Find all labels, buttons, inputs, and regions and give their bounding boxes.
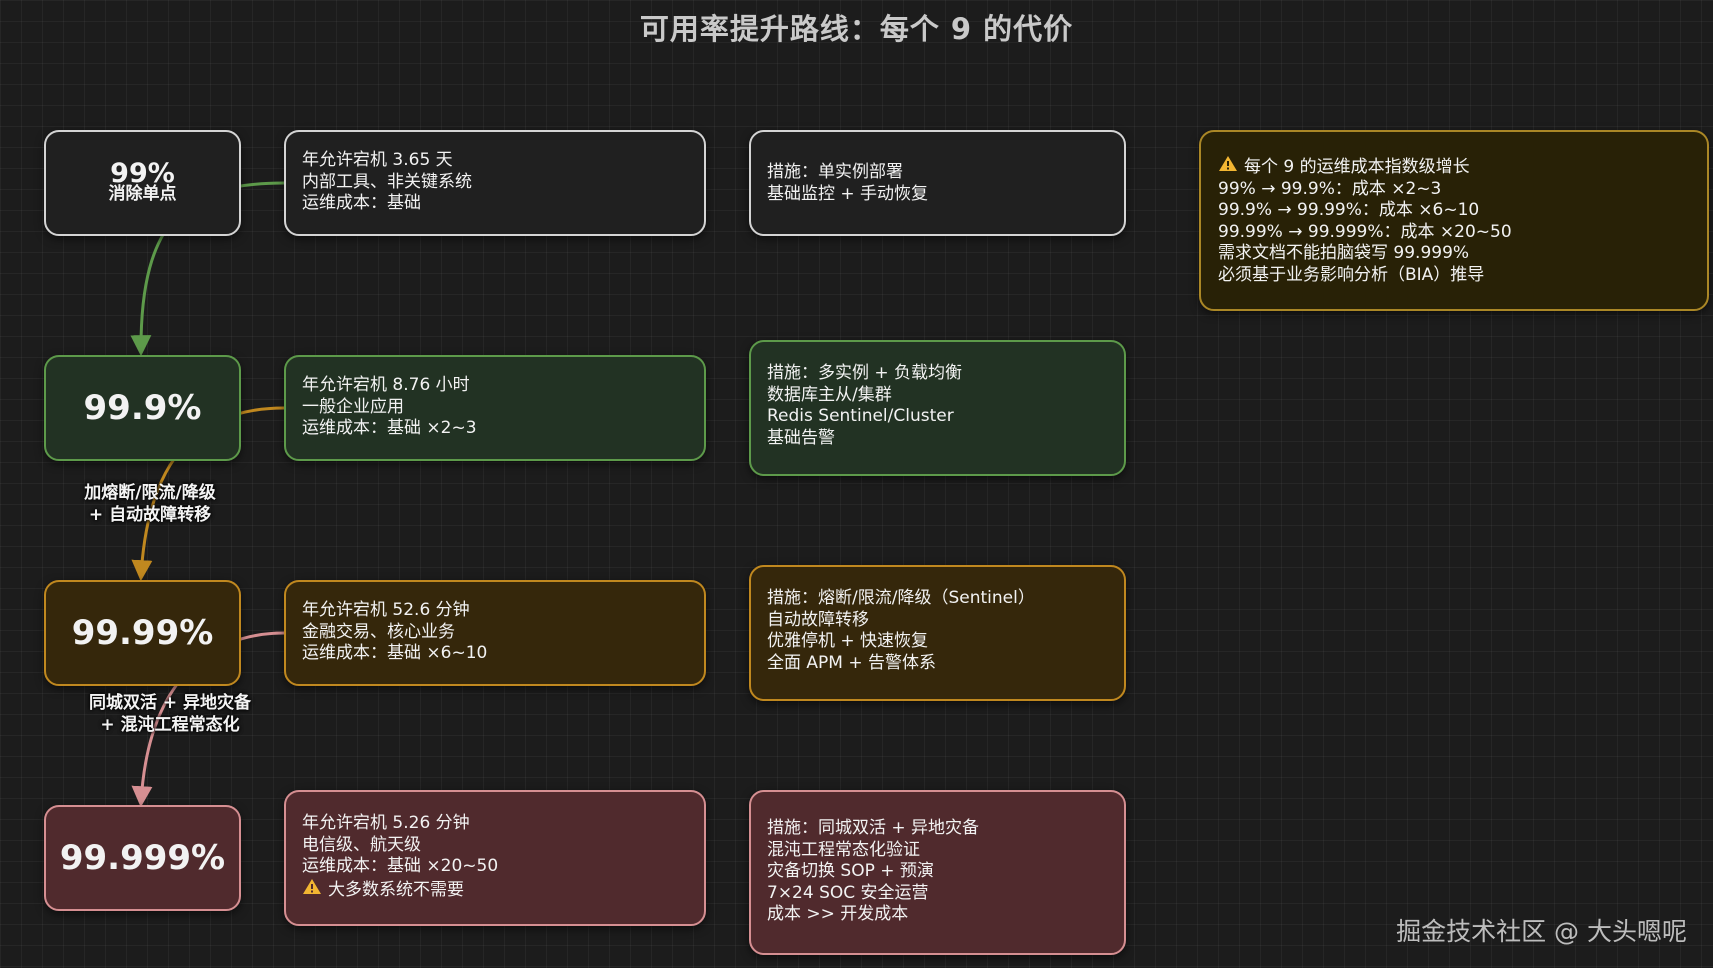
level-9999-measures: 措施：熔断/限流/降级（Sentinel） 自动故障转移 优雅停机 + 快速恢复… <box>749 565 1126 701</box>
level-99-measures: 措施：单实例部署 基础监控 + 手动恢复 <box>749 130 1126 236</box>
warning-lines: 99% → 99.9%：成本 ×2~3 99.9% → 99.99%：成本 ×6… <box>1218 178 1512 285</box>
level-9999-node: 99.99% <box>44 580 241 686</box>
warning-heading-row: 每个 9 的运维成本指数级增长 <box>1218 155 1690 179</box>
warning-heading: 每个 9 的运维成本指数级增长 <box>1244 157 1470 177</box>
level-999-node: 99.9% <box>44 355 241 461</box>
cost-warning-box: 每个 9 的运维成本指数级增长 99% → 99.9%：成本 ×2~3 99.9… <box>1199 130 1709 311</box>
level-99999-info: 年允许宕机 5.26 分钟 电信级、航天级 运维成本：基础 ×20~50 大多数… <box>284 790 706 926</box>
warning-icon <box>1218 155 1238 179</box>
level-99-node: 99% 消除单点 <box>44 130 241 236</box>
level-99999-warning-row: 大多数系统不需要 <box>302 878 688 902</box>
level-999-measures: 措施：多实例 + 负载均衡 数据库主从/集群 Redis Sentinel/Cl… <box>749 340 1126 476</box>
level-99999-warning-text: 大多数系统不需要 <box>328 879 464 900</box>
level-9999-info: 年允许宕机 52.6 分钟 金融交易、核心业务 运维成本：基础 ×6~10 <box>284 580 706 686</box>
level-99-value: 99% <box>110 158 175 189</box>
warning-icon <box>302 878 322 902</box>
level-99999-node: 99.999% <box>44 805 241 911</box>
level-99-sublabel: 消除单点 <box>108 184 177 204</box>
transition-label-2: 同城双活 + 异地灾备 + 混沌工程常态化 <box>88 693 252 735</box>
level-99999-info-text: 年允许宕机 5.26 分钟 电信级、航天级 运维成本：基础 ×20~50 <box>302 813 499 876</box>
transition-label-1: 加熔断/限流/降级 + 自动故障转移 <box>84 483 216 525</box>
level-999-info: 年允许宕机 8.76 小时 一般企业应用 运维成本：基础 ×2~3 <box>284 355 706 461</box>
level-99-info: 年允许宕机 3.65 天 内部工具、非关键系统 运维成本：基础 <box>284 130 706 236</box>
level-99999-measures: 措施：同城双活 + 异地灾备 混沌工程常态化验证 灾备切换 SOP + 预演 7… <box>749 790 1126 955</box>
watermark: 掘金技术社区 @ 大头嗯呢 <box>1396 917 1687 946</box>
